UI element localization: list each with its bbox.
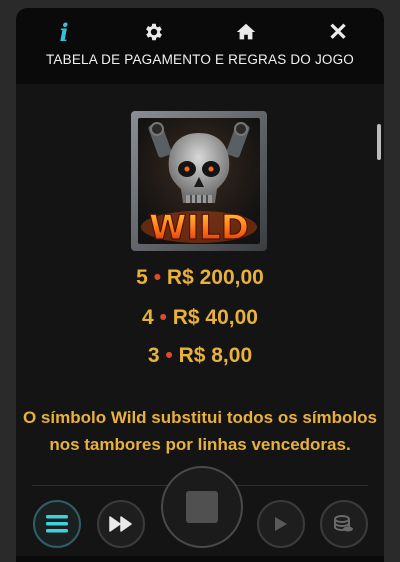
gear-icon-glyph xyxy=(146,23,162,41)
page-title: TABELA DE PAGAMENTO E REGRAS DO JOGO xyxy=(45,52,355,67)
scrollbar[interactable] xyxy=(377,124,381,160)
menu-button[interactable] xyxy=(33,500,81,548)
paytable-row-5: 5 • R$ 200,00 xyxy=(16,266,384,290)
gear-icon[interactable] xyxy=(136,14,172,50)
header-icons: i ✕ xyxy=(16,14,384,50)
home-icon-glyph xyxy=(236,23,256,40)
coins-icon xyxy=(334,515,353,532)
info-icon[interactable]: i xyxy=(46,14,82,50)
bet-coins-button[interactable] xyxy=(320,500,368,548)
fast-forward-icon xyxy=(109,516,132,532)
paytable-panel: i ✕ TABELA DE PAGAMENTO E REGRAS DO JOGO xyxy=(16,8,384,562)
play-icon xyxy=(275,517,287,531)
close-icon[interactable]: ✕ xyxy=(320,14,356,50)
header-bar: i ✕ TABELA DE PAGAMENTO E REGRAS DO JOGO xyxy=(16,8,384,84)
autoplay-button[interactable] xyxy=(257,500,305,548)
paytable-row-3: 3 • R$ 8,00 xyxy=(16,344,384,368)
description-line-2: nos tambores por linhas vencedoras. xyxy=(49,435,351,454)
bottom-bar xyxy=(16,556,384,562)
wild-description: O símbolo Wild substitui todos os símbol… xyxy=(16,404,384,458)
menu-icon xyxy=(46,515,68,533)
pay-count: 4 xyxy=(142,306,154,329)
pay-separator: • xyxy=(159,306,167,329)
home-icon[interactable] xyxy=(228,14,264,50)
description-line-1: O símbolo Wild substitui todos os símbol… xyxy=(22,408,378,427)
wild-label: WILD xyxy=(149,208,249,248)
paytable-row-4: 4 • R$ 40,00 xyxy=(16,306,384,330)
stop-icon xyxy=(186,491,218,523)
pay-separator: • xyxy=(153,266,162,289)
pay-count: 3 xyxy=(147,344,160,367)
fast-forward-button[interactable] xyxy=(97,500,145,548)
pay-separator: • xyxy=(165,344,173,367)
wild-symbol-icon: WILD xyxy=(131,111,267,251)
pay-amount: R$ 8,00 xyxy=(178,344,253,367)
pay-count: 5 xyxy=(136,266,148,289)
pay-amount: R$ 40,00 xyxy=(172,306,258,329)
spin-button[interactable] xyxy=(161,466,243,548)
pay-amount: R$ 200,00 xyxy=(166,266,264,289)
